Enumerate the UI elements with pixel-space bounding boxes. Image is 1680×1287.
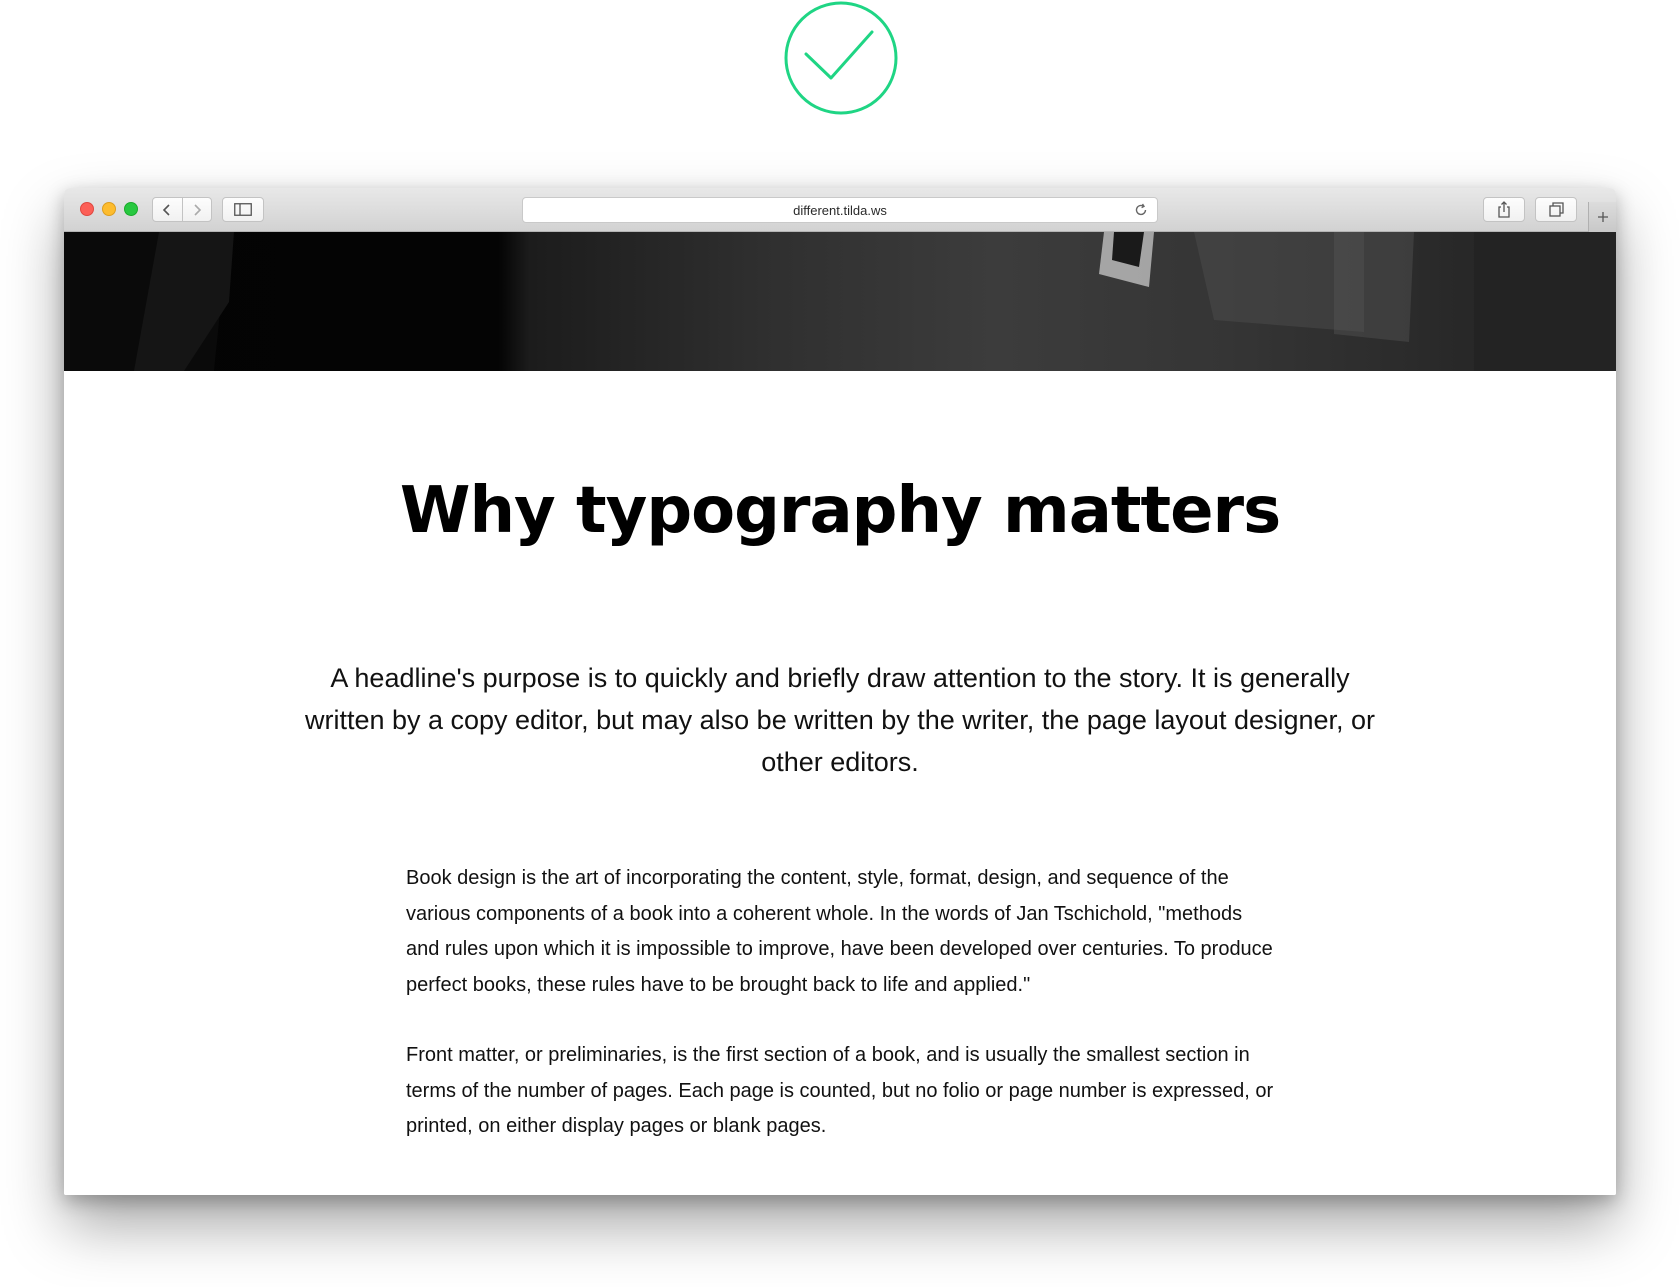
lead-paragraph: A headline's purpose is to quickly and b…	[304, 663, 1376, 777]
body-paragraph: Front matter, or preliminaries, is the f…	[406, 1044, 1274, 1137]
share-button[interactable]	[1483, 197, 1525, 222]
chevron-left-icon	[163, 203, 170, 216]
checkmark-icon	[784, 1, 898, 115]
navigation-buttons	[152, 197, 212, 222]
new-tab-button[interactable]	[1588, 202, 1616, 232]
close-window-button[interactable]	[80, 202, 94, 216]
hero-image	[64, 232, 1616, 371]
url-text: different.tilda.ws	[793, 202, 887, 218]
browser-toolbar: different.tilda.ws	[64, 188, 1616, 232]
page-content: Why typography matters A headline's purp…	[64, 371, 1616, 1195]
forward-button[interactable]	[181, 198, 212, 221]
hero-photo-shapes	[64, 232, 1616, 371]
reload-icon[interactable]	[1133, 202, 1149, 218]
plus-icon	[1597, 212, 1608, 222]
body-paragraph: Book design is the art of incorporating …	[406, 867, 1273, 996]
back-button[interactable]	[153, 198, 182, 221]
share-icon	[1498, 201, 1510, 218]
page-title: Why typography matters	[399, 474, 1281, 548]
sidebar-toggle-button[interactable]	[222, 197, 264, 222]
chevron-right-icon	[194, 203, 201, 216]
article-body: Book design is the art of incorporating …	[406, 861, 1276, 1180]
tabs-overview-button[interactable]	[1535, 197, 1577, 222]
tabs-icon	[1548, 202, 1564, 217]
zoom-window-button[interactable]	[124, 202, 138, 216]
minimize-window-button[interactable]	[102, 202, 116, 216]
browser-window: different.tilda.ws Why typography matter…	[64, 188, 1616, 1195]
sidebar-icon	[234, 203, 252, 216]
address-bar[interactable]: different.tilda.ws	[522, 197, 1158, 223]
